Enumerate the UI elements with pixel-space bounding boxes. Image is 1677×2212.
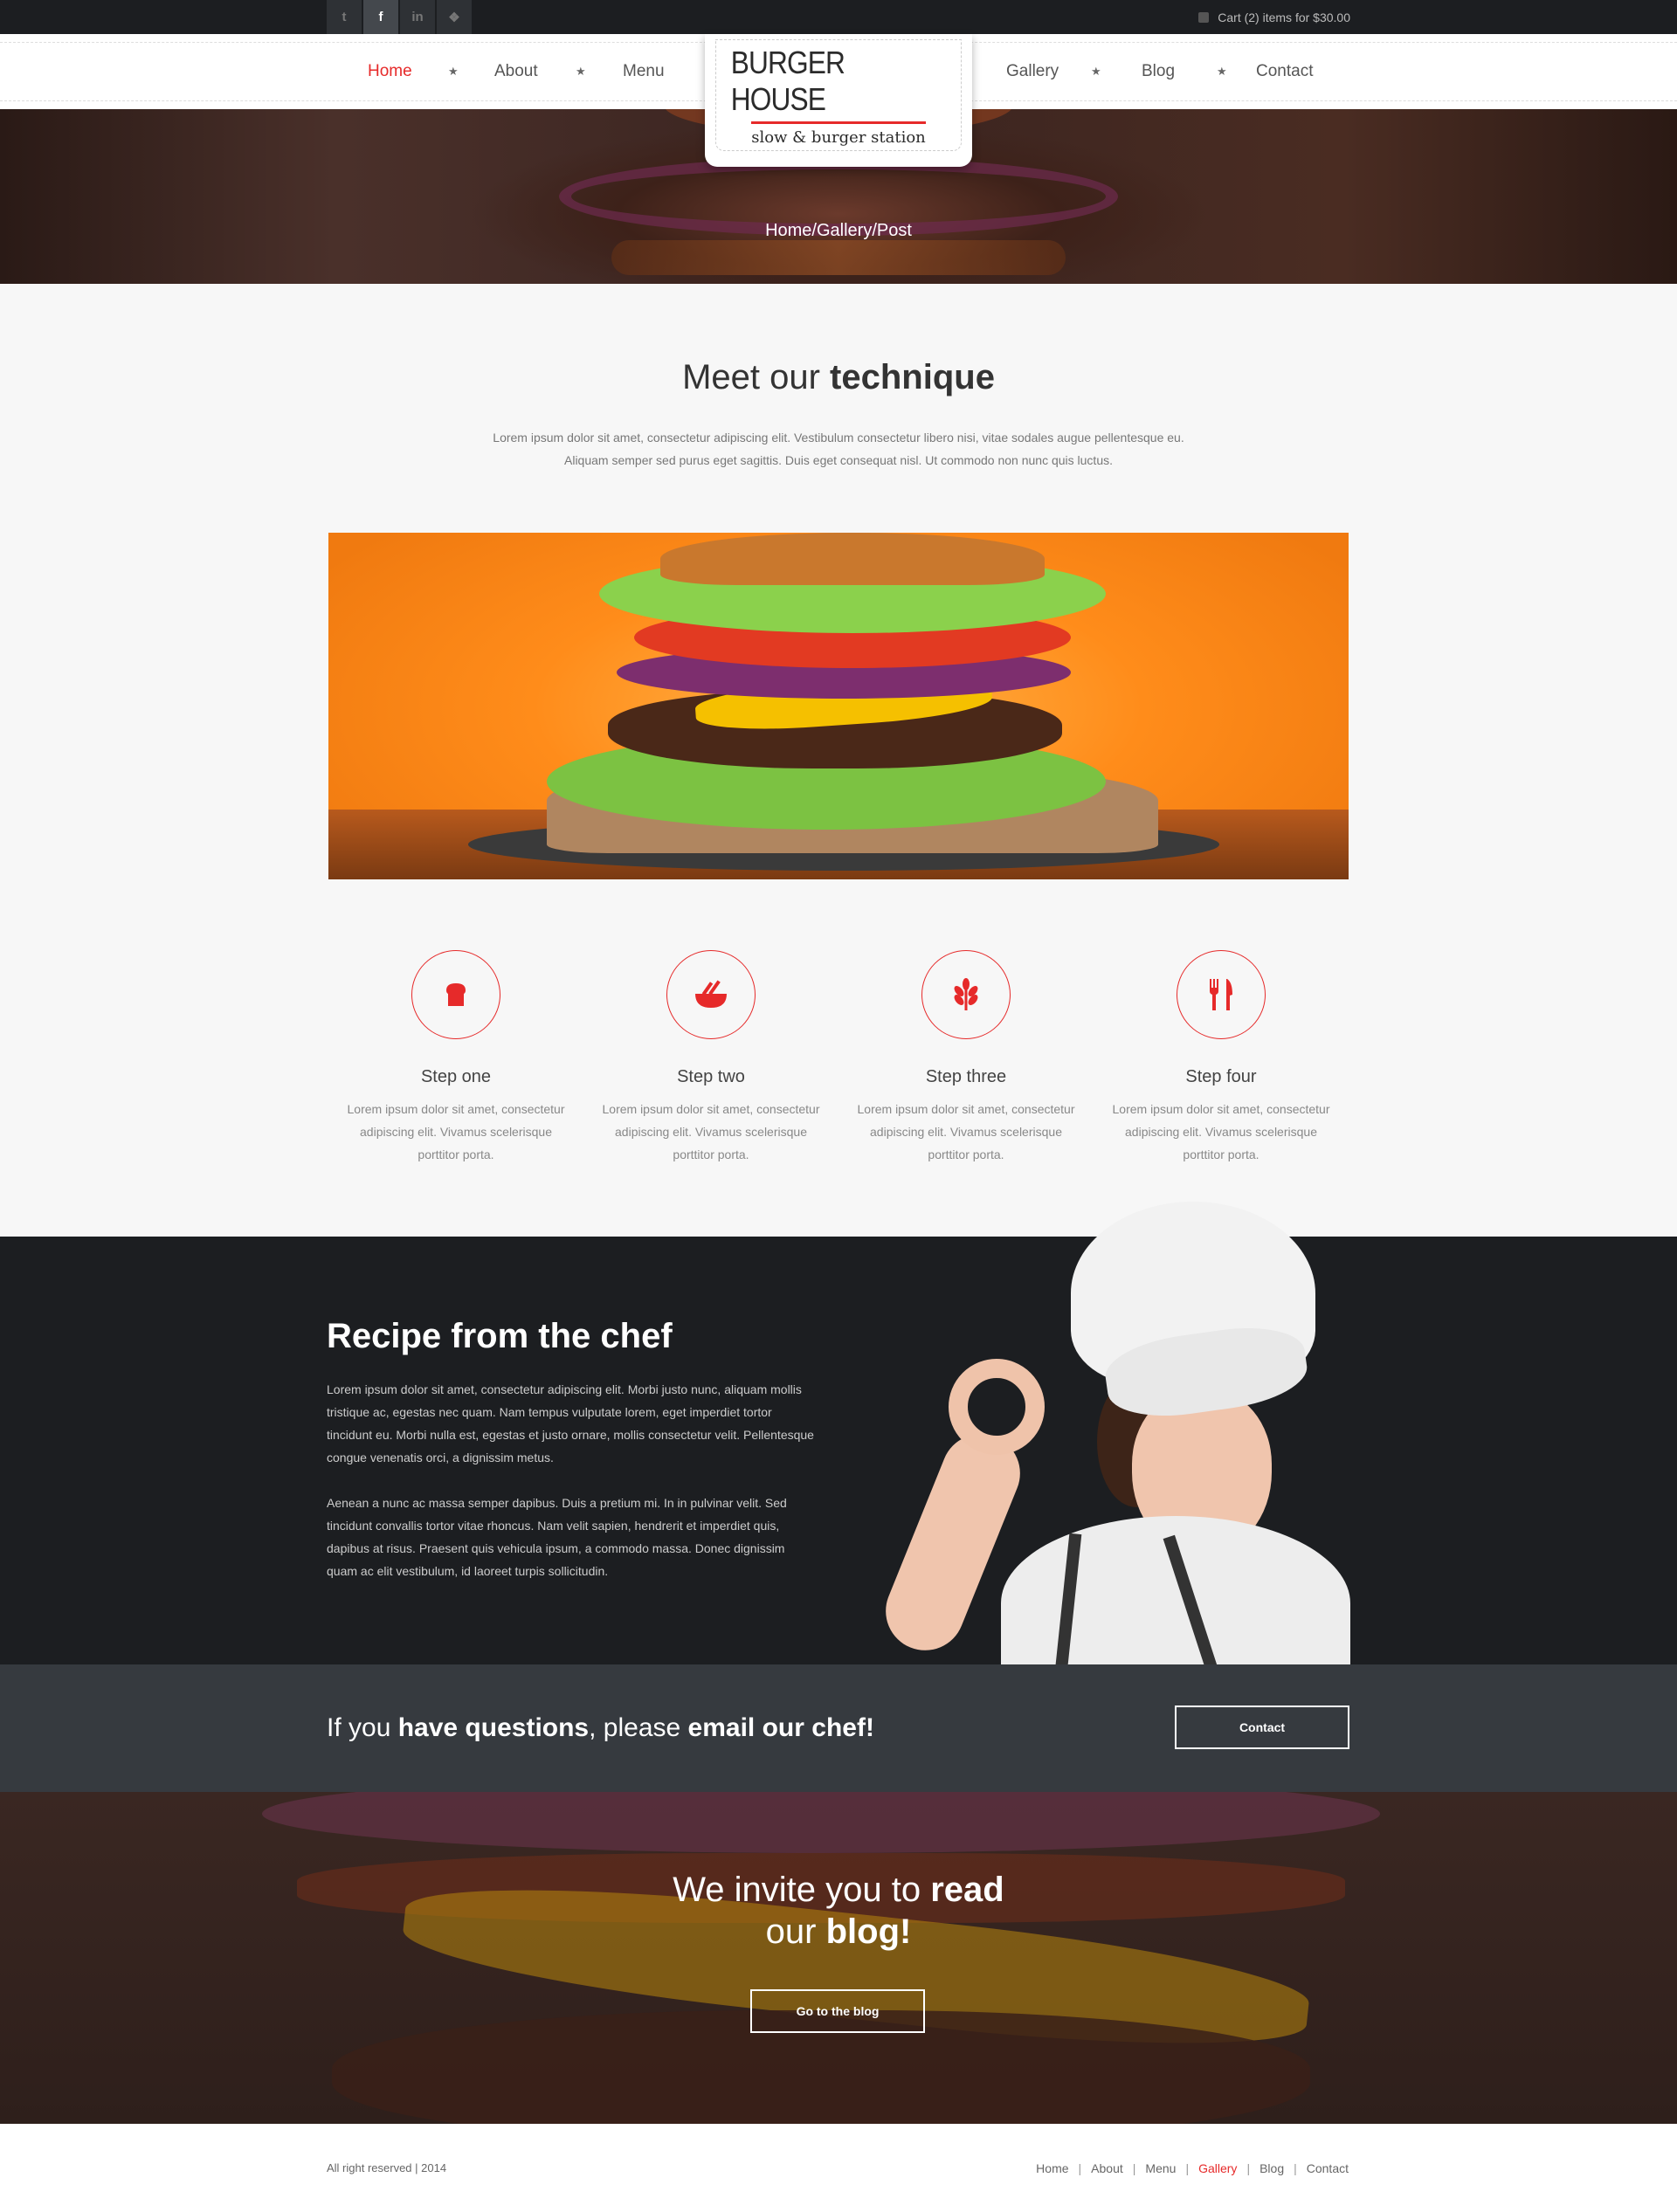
- footer: All right reserved | 2014 Home | About | M…: [0, 2124, 1677, 2212]
- step-icon-circle: [411, 950, 500, 1039]
- blog-bg-onion: [262, 1792, 1380, 1853]
- nav-contact[interactable]: Contact: [1256, 34, 1313, 109]
- footer-separator: |: [1185, 2160, 1190, 2175]
- step-text: Lorem ipsum dolor sit amet, consectetur …: [1112, 1102, 1330, 1161]
- chef-title-bold: Recipe: [327, 1317, 442, 1355]
- logo-frame: BURGER HOUSE slow & burger station: [715, 39, 962, 151]
- step-icon-circle: [921, 950, 1011, 1039]
- nav-separator-star: ★: [1091, 65, 1101, 78]
- step-title: Step four: [1185, 1067, 1257, 1086]
- logo-title: BURGER HOUSE: [730, 44, 845, 117]
- logo-underline: [751, 121, 926, 124]
- steps-list: Step one Lorem ipsum dolor sit amet, con…: [328, 950, 1349, 1166]
- copyright: All right reserved | 2014: [327, 2161, 447, 2174]
- footer-link-contact[interactable]: Contact: [1307, 2161, 1349, 2175]
- chef-text: Lorem ipsum dolor sit amet, consectetur …: [327, 1378, 816, 1582]
- blog-title-bold: blog!: [825, 1912, 912, 1951]
- footer-nav: Home | About | Menu | Gallery | Blog | Contac…: [1036, 2124, 1349, 2212]
- step-text: Lorem ipsum dolor sit amet, consectetur …: [347, 1102, 565, 1161]
- questions-text-part: If you: [327, 1713, 398, 1742]
- go-to-blog-button[interactable]: Go to the blog: [750, 1989, 925, 2033]
- toast-icon: [446, 983, 466, 1006]
- technique-title-bold: technique: [830, 358, 995, 396]
- step-item: Step four Lorem ipsum dolor sit amet, co…: [1094, 950, 1349, 1166]
- top-bar: t f in ❖ Cart (2) items for $30.00: [0, 0, 1677, 34]
- twitter-icon[interactable]: t: [327, 0, 362, 34]
- footer-separator: |: [1078, 2160, 1082, 2175]
- footer-separator: |: [1294, 2160, 1297, 2175]
- logo-subtitle: slow & burger station: [751, 127, 926, 147]
- linkedin-icon[interactable]: in: [400, 0, 435, 34]
- fork-knife-icon: [1210, 979, 1232, 1010]
- questions-text-bold: have questions: [397, 1713, 590, 1742]
- cart-summary[interactable]: Cart (2) items for $30.00: [1218, 10, 1350, 24]
- blog-title-bold: read: [930, 1871, 1004, 1909]
- chef-photo: [844, 1202, 1350, 1664]
- burger-photo: [328, 533, 1349, 879]
- step-text: Lorem ipsum dolor sit amet, consectetur …: [602, 1102, 820, 1161]
- breadcrumb: Home/Gallery/Post: [0, 221, 1677, 241]
- bowl-icon: [695, 980, 727, 1008]
- breadcrumb-gallery[interactable]: Gallery: [817, 221, 872, 240]
- step-title: Step one: [420, 1067, 492, 1086]
- photo-bun: [660, 533, 1045, 585]
- step-text: Lorem ipsum dolor sit amet, consectetur …: [857, 1102, 1075, 1161]
- shopping-bag-icon: [1198, 11, 1210, 23]
- dribbble-icon[interactable]: ❖: [437, 0, 472, 34]
- facebook-icon[interactable]: f: [363, 0, 398, 34]
- nav-separator-star: ★: [576, 65, 586, 78]
- questions-text-bold: email our chef!: [687, 1713, 874, 1742]
- chef-title: Recipe from the chef: [327, 1317, 673, 1356]
- technique-desc-line: Lorem ipsum dolor sit amet, consectetur …: [493, 431, 1184, 444]
- footer-link-blog[interactable]: Blog: [1259, 2161, 1284, 2175]
- nav-about[interactable]: About: [494, 34, 538, 109]
- technique-title-text: Meet our: [682, 358, 831, 396]
- chef-paragraph: Aenean a nunc ac massa semper dapibus. D…: [327, 1496, 787, 1578]
- footer-separator: |: [1132, 2160, 1136, 2175]
- step-icon-circle: [1177, 950, 1266, 1039]
- step-title: Step two: [677, 1067, 745, 1086]
- cart-link[interactable]: Cart (2) items for $30.00: [1198, 0, 1350, 34]
- footer-link-home[interactable]: Home: [1036, 2161, 1068, 2175]
- step-item: Step three Lorem ipsum dolor sit amet, c…: [838, 950, 1094, 1166]
- blog-invite-section: We invite you to read our blog! Go to th…: [0, 1792, 1677, 2124]
- questions-band: If you have questions, please email our …: [0, 1664, 1677, 1792]
- technique-description: Lorem ipsum dolor sit amet, consectetur …: [454, 426, 1223, 472]
- ok-hand-gesture: [949, 1359, 1045, 1455]
- step-icon-circle: [666, 950, 756, 1039]
- step-title: Step three: [925, 1067, 1007, 1086]
- blog-title-part: We invite you to: [673, 1871, 931, 1909]
- social-links: t f in ❖: [327, 0, 473, 34]
- hero-burger-bacon: [611, 240, 1066, 275]
- chef-section: Recipe from the chef Lorem ipsum dolor s…: [0, 1202, 1677, 1664]
- chef-title-text: from the: [441, 1317, 601, 1355]
- blog-invite-title: We invite you to read our blog!: [0, 1869, 1677, 1953]
- step-item: Step two Lorem ipsum dolor sit amet, con…: [583, 950, 838, 1166]
- breadcrumb-home[interactable]: Home: [765, 221, 811, 240]
- site-logo[interactable]: BURGER HOUSE slow & burger station: [705, 34, 972, 167]
- nav-separator-star: ★: [1217, 65, 1227, 78]
- questions-text-part: , please: [589, 1713, 688, 1742]
- chef-title-bold: chef: [600, 1317, 673, 1355]
- technique-desc-line: Aliquam semper sed purus eget sagittis. …: [564, 453, 1113, 467]
- technique-title: Meet our technique: [0, 358, 1677, 397]
- blog-title-part: our: [765, 1912, 826, 1951]
- footer-separator: |: [1246, 2160, 1251, 2175]
- contact-button[interactable]: Contact: [1175, 1706, 1349, 1749]
- nav-menu[interactable]: Menu: [623, 34, 665, 109]
- nav-gallery[interactable]: Gallery: [1006, 34, 1059, 109]
- nav-blog[interactable]: Blog: [1142, 34, 1175, 109]
- wheat-icon: [954, 978, 978, 1010]
- chef-paragraph: Lorem ipsum dolor sit amet, consectetur …: [327, 1382, 814, 1464]
- breadcrumb-current: Post: [876, 221, 912, 240]
- questions-text: If you have questions, please email our …: [327, 1664, 874, 1792]
- step-item: Step one Lorem ipsum dolor sit amet, con…: [328, 950, 583, 1166]
- nav-separator-star: ★: [448, 65, 459, 78]
- footer-link-gallery[interactable]: Gallery: [1198, 2161, 1237, 2175]
- footer-link-about[interactable]: About: [1091, 2161, 1123, 2175]
- footer-link-menu[interactable]: Menu: [1145, 2161, 1176, 2175]
- nav-home[interactable]: Home: [368, 34, 412, 109]
